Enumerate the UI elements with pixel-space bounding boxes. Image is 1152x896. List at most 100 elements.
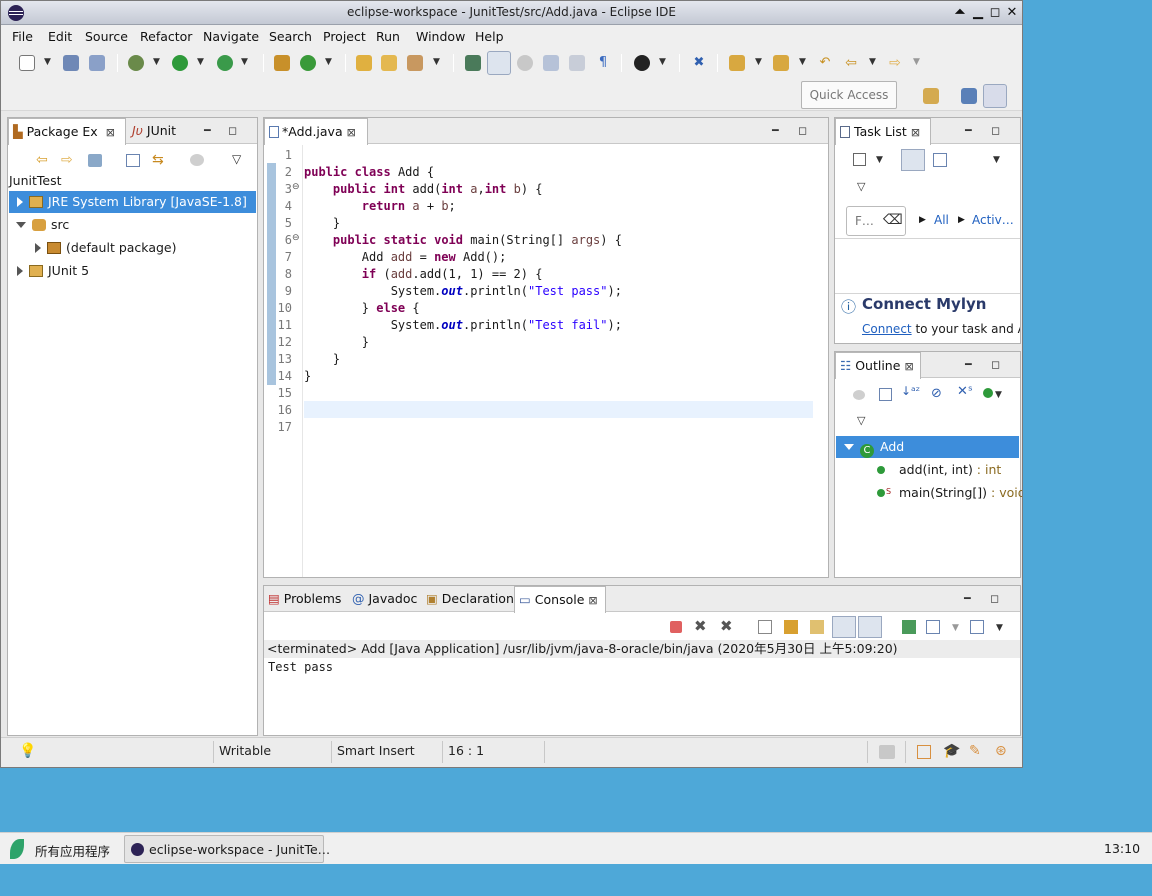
maximize-view-button[interactable]: ◻ bbox=[228, 124, 237, 137]
tree-item-junit5[interactable]: JUnit 5 bbox=[9, 260, 89, 282]
menu-window[interactable]: Window bbox=[416, 29, 465, 44]
debug-dropdown-icon[interactable]: ▼ bbox=[153, 57, 160, 67]
hide-static-icon[interactable]: ✕ˢ bbox=[957, 384, 973, 399]
collapse-icon[interactable]: ▽ bbox=[857, 414, 865, 427]
maximize-view-button[interactable]: ◻ bbox=[798, 124, 807, 137]
clear-console-icon[interactable] bbox=[758, 620, 772, 634]
view-menu-icon[interactable]: ▽ bbox=[232, 152, 241, 166]
scroll-lock-icon[interactable] bbox=[784, 620, 798, 634]
collapse-icon[interactable] bbox=[16, 222, 26, 228]
run-dropdown-icon[interactable]: ▼ bbox=[197, 57, 204, 67]
toggle-block-icon[interactable] bbox=[517, 55, 533, 71]
next-edit-icon[interactable] bbox=[729, 55, 745, 71]
prev-edit-icon[interactable] bbox=[773, 55, 789, 71]
lightbulb-icon[interactable]: 💡 bbox=[19, 743, 36, 759]
wand-icon[interactable]: ✎ bbox=[969, 743, 981, 759]
close-icon[interactable]: ⊠ bbox=[347, 126, 356, 139]
remove-all-icon[interactable]: ✖ bbox=[720, 617, 733, 635]
menu-help[interactable]: Help bbox=[475, 29, 504, 44]
terminate-icon[interactable] bbox=[670, 621, 682, 633]
menu-search[interactable]: Search bbox=[269, 29, 312, 44]
tutorial-icon[interactable]: 🎓 bbox=[943, 743, 960, 759]
menu-refactor[interactable]: Refactor bbox=[140, 29, 192, 44]
open-task-icon[interactable] bbox=[381, 55, 397, 71]
console-output[interactable]: Test pass bbox=[268, 660, 333, 674]
categorized-icon[interactable] bbox=[901, 149, 925, 171]
menu-file[interactable]: File bbox=[12, 29, 33, 44]
expand-icon[interactable] bbox=[35, 243, 41, 253]
search-tool-icon[interactable] bbox=[407, 55, 423, 71]
tree-item-jre[interactable]: JRE System Library [JavaSE-1.8] bbox=[9, 191, 256, 213]
forward-dropdown-icon[interactable]: ▼ bbox=[913, 57, 920, 67]
prev-edit-dropdown-icon[interactable]: ▼ bbox=[799, 57, 806, 67]
next-edit-dropdown-icon[interactable]: ▼ bbox=[755, 57, 762, 67]
taskbar-window-button[interactable]: eclipse-workspace - JunitTe… bbox=[124, 835, 330, 863]
show-on-stderr-icon[interactable] bbox=[858, 616, 882, 638]
expand-icon[interactable] bbox=[17, 266, 23, 276]
minimize-window-button[interactable]: ▁ bbox=[970, 4, 986, 21]
save-all-icon[interactable] bbox=[89, 55, 105, 71]
book-icon[interactable] bbox=[917, 745, 931, 759]
tab-console[interactable]: ▭ Console ⊠ bbox=[514, 586, 606, 613]
all-link[interactable]: All bbox=[934, 213, 949, 227]
collapse-all-icon[interactable] bbox=[126, 154, 140, 167]
tab-task-list[interactable]: Task List ⊠ bbox=[835, 118, 931, 145]
tab-package-explorer[interactable]: ▙ Package Ex ⊠ bbox=[8, 118, 126, 145]
hide-fields-icon[interactable]: ⊘ bbox=[931, 386, 942, 401]
minimize-view-button[interactable]: ━ bbox=[965, 124, 972, 137]
user-dropdown-icon[interactable]: ▼ bbox=[659, 57, 666, 67]
java-perspective-icon[interactable] bbox=[983, 84, 1007, 108]
back-dropdown-icon[interactable]: ▼ bbox=[869, 57, 876, 67]
tab-add-java[interactable]: *Add.java ⊠ bbox=[264, 118, 368, 145]
open-perspective-icon[interactable] bbox=[923, 88, 939, 104]
java-ee-perspective-icon[interactable] bbox=[961, 88, 977, 104]
close-icon[interactable]: ⊠ bbox=[911, 126, 920, 139]
up-icon[interactable] bbox=[88, 154, 102, 167]
pin-console-icon[interactable] bbox=[902, 620, 916, 634]
quick-access-input[interactable]: Quick Access bbox=[801, 81, 897, 109]
view-menu-icon[interactable]: ▼ bbox=[993, 155, 1000, 165]
maximize-window-button[interactable]: ◻ bbox=[987, 4, 1003, 21]
forward-icon[interactable]: ⇨ bbox=[887, 55, 903, 71]
tree-item-src[interactable]: src bbox=[9, 214, 69, 236]
outline-member-main[interactable]: Smain(String[]) : void bbox=[877, 482, 1022, 504]
clear-icon[interactable]: ⌫ bbox=[883, 212, 903, 228]
hide-nonpublic-icon[interactable] bbox=[983, 388, 993, 398]
link-editor-icon[interactable]: ⇆ bbox=[152, 152, 164, 168]
save-icon[interactable] bbox=[63, 55, 79, 71]
outline-class-add[interactable]: C Add bbox=[836, 436, 1019, 458]
user-icon[interactable] bbox=[634, 55, 650, 71]
connect-link[interactable]: Connect bbox=[862, 322, 912, 336]
next-annotation-icon[interactable] bbox=[543, 55, 559, 71]
expand-icon[interactable] bbox=[17, 197, 23, 207]
back-arrow-icon[interactable]: ⇦ bbox=[36, 152, 48, 168]
toggle-ant-icon[interactable] bbox=[465, 55, 481, 71]
maximize-view-button[interactable]: ◻ bbox=[991, 124, 1000, 137]
close-window-button[interactable]: ✕ bbox=[1004, 4, 1020, 21]
new-dropdown-icon[interactable]: ▼ bbox=[44, 57, 51, 67]
sort-icon[interactable]: ↓ᵃᶻ bbox=[901, 384, 920, 398]
collapse-all-icon[interactable] bbox=[879, 388, 892, 401]
tab-javadoc[interactable]: @ Javadoc bbox=[348, 586, 422, 612]
open-console-dropdown-icon[interactable]: ▼ bbox=[996, 623, 1003, 633]
mark-occurrences-icon[interactable] bbox=[487, 51, 511, 75]
title-bar[interactable]: eclipse-workspace - JunitTest/src/Add.ja… bbox=[1, 1, 1022, 25]
tree-item-default-package[interactable]: (default package) bbox=[9, 237, 176, 259]
show-on-stdout-icon[interactable] bbox=[832, 616, 856, 638]
help-ring-icon[interactable]: ⊛ bbox=[995, 743, 1007, 759]
shade-window-icon[interactable]: ⏶ bbox=[952, 4, 968, 21]
tab-outline[interactable]: ☷ Outline ⊠ bbox=[835, 352, 921, 379]
focus-task-icon[interactable] bbox=[190, 154, 204, 166]
coverage-dropdown-icon[interactable]: ▼ bbox=[241, 57, 248, 67]
search-dropdown-icon[interactable]: ▼ bbox=[433, 57, 440, 67]
minimize-view-button[interactable]: ━ bbox=[772, 124, 779, 137]
display-console-icon[interactable] bbox=[926, 620, 940, 634]
remove-launch-icon[interactable]: ✖ bbox=[694, 617, 707, 635]
fold-icon[interactable]: ⊖ bbox=[292, 233, 300, 243]
word-wrap-icon[interactable] bbox=[810, 620, 824, 634]
pin-icon[interactable]: ✖ bbox=[691, 55, 707, 71]
new-task-icon[interactable] bbox=[853, 153, 866, 166]
minimize-view-button[interactable]: ━ bbox=[964, 592, 971, 605]
last-edit-icon[interactable]: ↶ bbox=[817, 55, 833, 71]
minimize-view-button[interactable]: ━ bbox=[204, 124, 211, 137]
